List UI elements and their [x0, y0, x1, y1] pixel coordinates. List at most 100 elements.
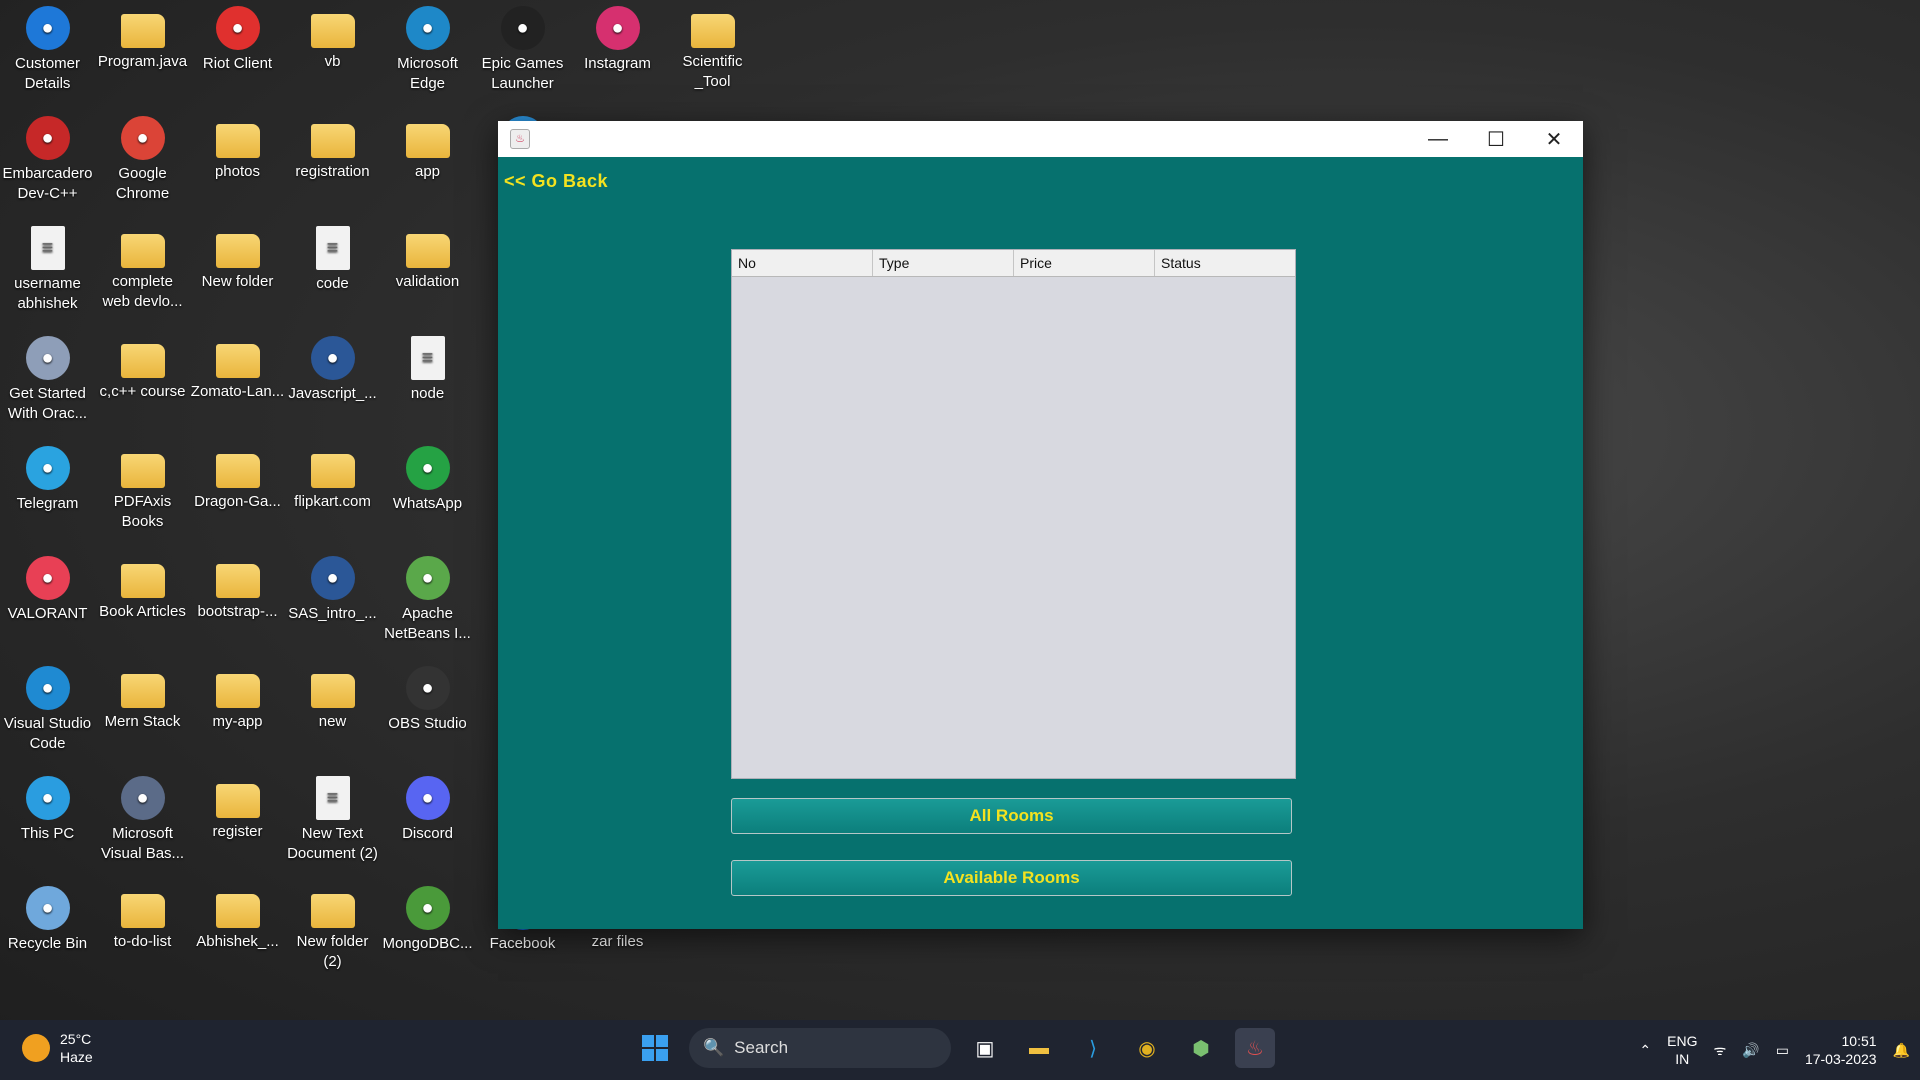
desktop-icon[interactable]: Book Articles — [95, 550, 190, 622]
desktop-icon[interactable]: ● Google Chrome — [95, 110, 190, 204]
desktop-icon-label: WhatsApp — [392, 495, 463, 512]
desktop-icon[interactable]: ≡ username abhishek — [0, 220, 95, 314]
desktop-icon[interactable]: ● Javascript_... — [285, 330, 380, 404]
desktop-icon-label: Microsoft Visual Bas... — [100, 825, 185, 862]
desktop-icon[interactable]: New folder (2) — [285, 880, 380, 972]
desktop-icon[interactable]: my-app — [190, 660, 285, 732]
desktop-icon[interactable]: vb — [285, 0, 380, 72]
desktop-icon[interactable]: ● SAS_intro_... — [285, 550, 380, 624]
desktop-icon[interactable]: ● Discord — [380, 770, 475, 844]
notification-icon[interactable]: 🔔 — [1893, 1042, 1910, 1059]
document-icon: ≡ — [315, 226, 350, 270]
language-indicator[interactable]: ENG IN — [1667, 1032, 1697, 1068]
taskbar-search[interactable]: 🔍 Search — [689, 1028, 951, 1068]
desktop-icon[interactable]: ● Apache NetBeans I... — [380, 550, 475, 644]
wifi-icon[interactable]: ᯤ — [1713, 1041, 1726, 1060]
desktop-icon[interactable]: ● Customer Details — [0, 0, 95, 94]
vscode-icon: ● — [25, 666, 70, 710]
desktop-icon[interactable]: to-do-list — [95, 880, 190, 952]
desktop-icon[interactable]: ● Microsoft Edge — [380, 0, 475, 94]
desktop-icon[interactable]: c,c++ course — [95, 330, 190, 402]
window-titlebar[interactable]: ♨ — ☐ ✕ — [498, 121, 1583, 157]
desktop-icon[interactable]: ≡ code — [285, 220, 380, 294]
desktop-icon[interactable]: Dragon-Ga... — [190, 440, 285, 512]
riot-icon: ● — [215, 6, 260, 50]
desktop-icon[interactable]: ≡ New Text Document (2) — [285, 770, 380, 864]
document-icon: ≡ — [30, 226, 65, 270]
search-icon: 🔍 — [703, 1038, 725, 1057]
column-header-type[interactable]: Type — [873, 250, 1014, 276]
oracle-icon: ● — [25, 336, 70, 380]
file-explorer-button[interactable]: ▬ — [1019, 1028, 1059, 1068]
desktop-icon[interactable]: Abhishek_... — [190, 880, 285, 952]
desktop-icon[interactable]: PDFAxis Books — [95, 440, 190, 532]
desktop-icon[interactable]: flipkart.com — [285, 440, 380, 512]
column-header-no[interactable]: No — [732, 250, 873, 276]
rooms-table[interactable]: No Type Price Status — [731, 249, 1296, 779]
desktop-icon[interactable]: ● VALORANT — [0, 550, 95, 624]
desktop-icon[interactable]: Program.java — [95, 0, 190, 72]
clock[interactable]: 10:51 17-03-2023 — [1805, 1032, 1877, 1068]
desktop-icon[interactable]: Scientific _Tool — [665, 0, 760, 92]
desktop-icon[interactable]: registration — [285, 110, 380, 182]
desktop-icon-label: Javascript_... — [288, 385, 377, 402]
desktop-icon-label: Mern Stack — [104, 713, 181, 730]
java-taskbar-button[interactable]: ♨ — [1235, 1028, 1275, 1068]
chevron-up-icon[interactable]: ⌃ — [1639, 1042, 1651, 1059]
desktop-icon[interactable]: ● Embarcadero Dev-C++ — [0, 110, 95, 204]
java-icon: ♨ — [1246, 1037, 1264, 1060]
desktop-icon[interactable]: bootstrap-... — [190, 550, 285, 622]
desktop-icon[interactable]: app — [380, 110, 475, 182]
desktop-icon[interactable]: Zomato-Lan... — [190, 330, 285, 402]
desktop-icon-label: node — [410, 385, 445, 402]
desktop-icon[interactable]: ● Telegram — [0, 440, 95, 514]
taskbar-pinned-apps: 🔍 Search ▣ ▬ ⟩ ◉ ⬢ ♨ — [635, 1028, 1275, 1068]
available-rooms-button[interactable]: Available Rooms — [731, 860, 1292, 896]
chrome-taskbar-button[interactable]: ◉ — [1127, 1028, 1167, 1068]
desktop-icon[interactable]: ● Microsoft Visual Bas... — [95, 770, 190, 864]
folder-icon — [120, 14, 165, 48]
all-rooms-button[interactable]: All Rooms — [731, 798, 1292, 834]
desktop-icon[interactable]: ● Recycle Bin — [0, 880, 95, 954]
desktop-icon[interactable]: ● Visual Studio Code — [0, 660, 95, 754]
desktop-icon[interactable]: ● Epic Games Launcher — [475, 0, 570, 94]
desktop-icon-label: register — [212, 823, 263, 840]
desktop-icon-label: New folder — [201, 273, 274, 290]
minimize-button[interactable]: — — [1409, 121, 1467, 157]
desktop-icon[interactable]: ● WhatsApp — [380, 440, 475, 514]
desktop-icon[interactable]: ● Get Started With Orac... — [0, 330, 95, 424]
desktop-icon[interactable]: ● OBS Studio — [380, 660, 475, 734]
desktop-icon-label: photos — [214, 163, 261, 180]
desktop-icon[interactable]: ≡ node — [380, 330, 475, 404]
desktop-icon[interactable]: ● MongoDBC... — [380, 880, 475, 954]
close-button[interactable]: ✕ — [1525, 121, 1583, 157]
desktop-icon-label: username abhishek — [14, 275, 81, 312]
desktop-icon[interactable]: ● Instagram — [570, 0, 665, 74]
netbeans-taskbar-button[interactable]: ⬢ — [1181, 1028, 1221, 1068]
desktop-icon[interactable]: New folder — [190, 220, 285, 292]
folder-icon — [215, 124, 260, 158]
column-header-status[interactable]: Status — [1155, 250, 1295, 276]
vb-icon: ● — [120, 776, 165, 820]
desktop-icon[interactable]: ● Riot Client — [190, 0, 285, 74]
desktop-icon-label: Facebook — [489, 935, 556, 952]
maximize-button[interactable]: ☐ — [1467, 121, 1525, 157]
vscode-taskbar-button[interactable]: ⟩ — [1073, 1028, 1113, 1068]
weather-widget[interactable]: 25°C Haze — [22, 1030, 93, 1066]
column-header-price[interactable]: Price — [1014, 250, 1155, 276]
desktop-icon[interactable]: Mern Stack — [95, 660, 190, 732]
task-view-button[interactable]: ▣ — [965, 1028, 1005, 1068]
start-button[interactable] — [635, 1028, 675, 1068]
volume-icon[interactable]: 🔊 — [1742, 1042, 1759, 1059]
desktop-icon[interactable]: photos — [190, 110, 285, 182]
go-back-link[interactable]: << Go Back — [504, 171, 608, 192]
desktop-icon[interactable]: ● This PC — [0, 770, 95, 844]
desktop-icon-label: Discord — [402, 825, 453, 842]
folder-icon — [310, 454, 355, 488]
desktop-icon[interactable]: new — [285, 660, 380, 732]
desktop-icon[interactable]: validation — [380, 220, 475, 292]
battery-icon[interactable]: ▭ — [1776, 1042, 1789, 1059]
desktop-icon-label: Microsoft Edge — [397, 55, 458, 92]
desktop-icon[interactable]: complete web devlo... — [95, 220, 190, 312]
desktop-icon[interactable]: register — [190, 770, 285, 842]
